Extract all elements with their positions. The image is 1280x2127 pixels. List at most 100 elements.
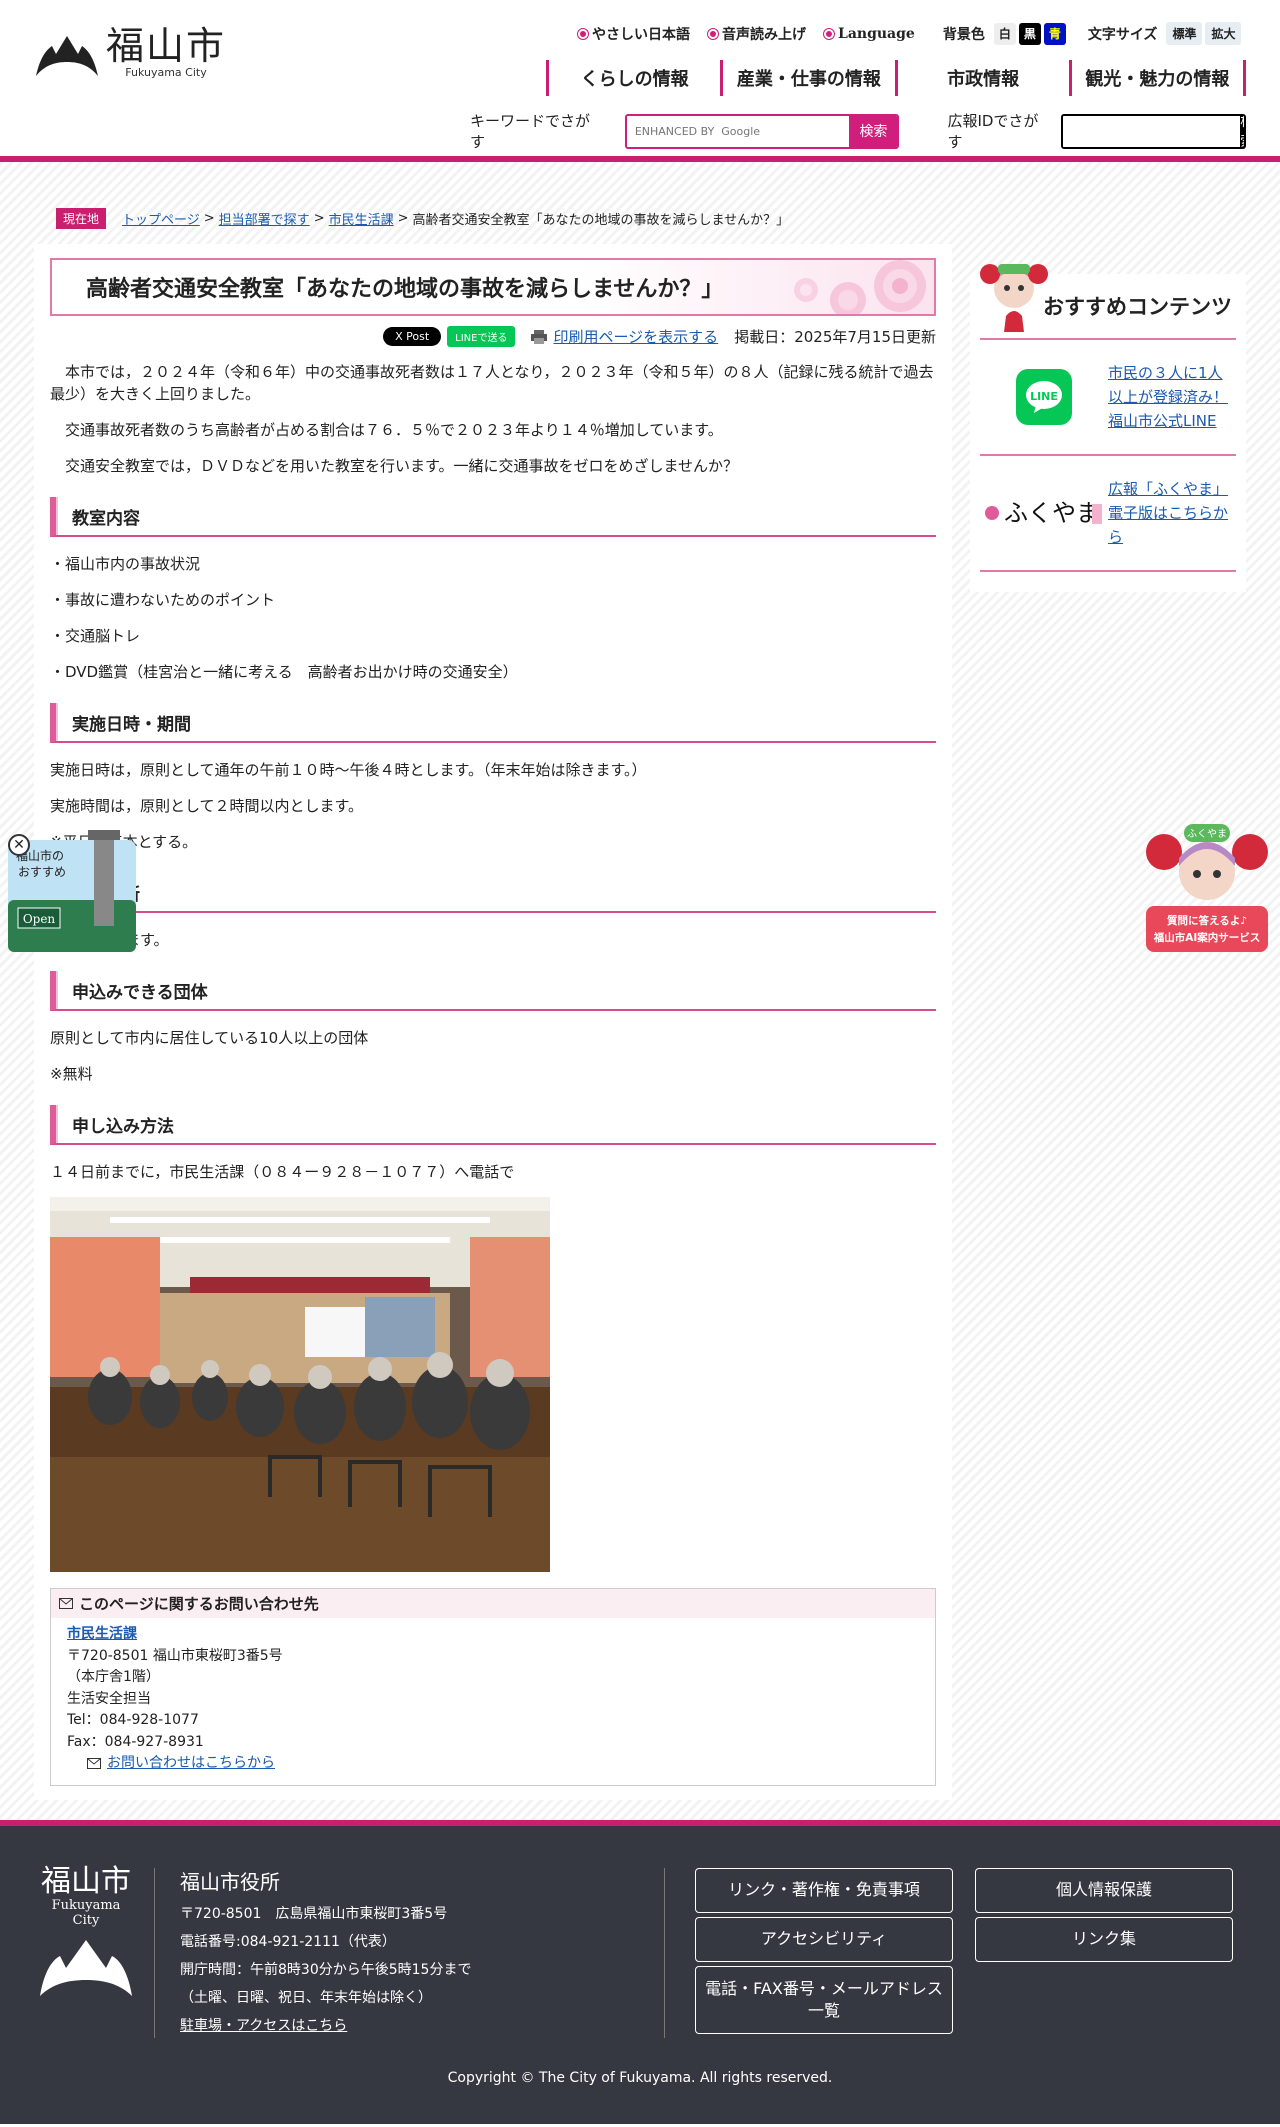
heading-place: 開催場所: [50, 873, 936, 913]
widget-label-2: おすすめ: [18, 865, 66, 879]
nav-tourism[interactable]: 観光・魅力の情報: [1068, 60, 1246, 96]
font-standard-button[interactable]: 標準: [1166, 22, 1203, 45]
widget-open-label: Open: [23, 912, 56, 926]
font-large-button[interactable]: 拡大: [1205, 22, 1242, 45]
fukuyama-logo: ふくやま: [985, 499, 1102, 527]
logo-jp: 福山市: [106, 24, 227, 68]
bg-blue-button[interactable]: 青: [1043, 22, 1066, 45]
footer-link-links[interactable]: リンク集: [975, 1916, 1233, 1962]
id-search-label: 広報IDでさがす: [947, 112, 1039, 151]
line-share-button[interactable]: LINEで送る: [447, 326, 516, 347]
bg-white-button[interactable]: 白: [993, 22, 1016, 45]
footer-links: リンク・著作権・免責事項 個人情報保護 アクセシビリティ リンク集 電話・FAX…: [695, 1867, 1233, 2034]
footer-logo: 福山市 Fukuyama City: [36, 1865, 136, 2002]
bullet-icon: [708, 28, 718, 39]
breadcrumb-current: 高齢者交通安全教室「あなたの地域の事故を減らしませんか？」: [412, 212, 790, 228]
keyword-label: キーワードでさがす: [470, 112, 591, 151]
line-link[interactable]: 市民の３人に1人以上が登録済み！福山市公式LINE: [1108, 361, 1236, 433]
inquiry-floor: （本庁舎1階）: [67, 1669, 160, 1685]
mail-icon: [59, 1598, 73, 1609]
breadcrumb: 現在地 トップページ > 担当部署で探す > 市民生活課 > 高齢者交通安全教室「あな…: [0, 162, 1280, 244]
heading-content: 教室内容: [50, 497, 936, 537]
sidebar: おすすめコンテンツ LINE 市民の３人に1人以上が登録済み！福山市公式LINE: [970, 264, 1246, 1800]
apply-text: １４日前までに，市民生活課（０８４ー９２８－１０７７）へ電話で: [50, 1163, 515, 1181]
heading-time: 実施日時・期間: [50, 703, 936, 743]
breadcrumb-civic-life[interactable]: 市民生活課: [329, 209, 394, 228]
svg-text:LINE: LINE: [1030, 390, 1058, 403]
footer-link-contacts[interactable]: 電話・FAX番号・メールアドレス一覧: [695, 1965, 953, 2034]
bullet-icon: [578, 28, 588, 39]
ai-guide-widget[interactable]: ふくやま 質問に答えるよ♪ 福山市AI案内サービス: [1144, 822, 1270, 952]
footer-link-copyright[interactable]: リンク・著作権・免責事項: [695, 1867, 953, 1913]
list-item: ・事故に遭わないためのポイント: [50, 591, 276, 609]
copyright: Copyright © The City of Fukuyama. All ri…: [447, 2069, 833, 2086]
inquiry-tel: Tel：084-928-1077: [67, 1712, 199, 1728]
list-item: ・交通脳トレ: [50, 627, 141, 645]
footer-divider: [154, 1867, 155, 2038]
heading-group: 申込みできる団体: [50, 971, 936, 1011]
inquiry-section: 生活安全担当: [67, 1690, 151, 1707]
publish-date: 掲載日：2025年7月15日更新: [734, 328, 936, 346]
fukuyama-logo-text: ふくやま: [1004, 499, 1100, 527]
nav-living[interactable]: くらしの情報: [546, 60, 720, 96]
site-header: 福山市 Fukuyama City やさしい日本語 音声読み上げ Languag…: [0, 0, 1280, 162]
keyword-input[interactable]: [626, 115, 850, 147]
meta-row: X Post LINEで送る 印刷用ページを表示する 掲載日：2025年7月15…: [50, 326, 936, 347]
rose-mark-icon: [36, 35, 98, 76]
ai-text-2: 福山市AI案内サービス: [1153, 931, 1261, 944]
time-item: ※平日を基本とする。: [50, 831, 936, 853]
breadcrumb-department[interactable]: 担当部署で探す: [219, 209, 310, 228]
footer-rose-mark-icon: [40, 1939, 132, 1996]
site-logo[interactable]: 福山市 Fukuyama City: [34, 26, 226, 79]
nav-industry[interactable]: 産業・仕事の情報: [720, 60, 894, 96]
bg-color-group: 背景色 白 黒 青: [943, 22, 1066, 45]
read-aloud-link[interactable]: 音声読み上げ: [708, 24, 806, 44]
recommended-heading: おすすめコンテンツ: [980, 264, 1236, 340]
footer-link-accessibility[interactable]: アクセシビリティ: [695, 1916, 953, 1962]
language-link[interactable]: Language: [824, 26, 915, 42]
intro-paragraph: 交通安全教室では，ＤＶＤなどを用いた教室を行います。一緒に交通事故をゼロをめざし…: [65, 457, 739, 475]
bg-black-button[interactable]: 黒: [1018, 22, 1041, 45]
intro-paragraph: 交通事故死者数のうち高齢者が占める割合は７６．５％で２０２３年より１４％増加して…: [65, 421, 723, 439]
inquiry-address: 〒720-8501 福山市東桜町3番5号: [67, 1647, 283, 1664]
time-item: 実施日時は，原則として通年の午前１０時～午後４時とします。（年末年始は除きます。…: [50, 761, 647, 779]
close-icon[interactable]: ✕: [8, 834, 30, 856]
x-post-button[interactable]: X Post: [383, 327, 442, 346]
id-search-button[interactable]: 検索: [1240, 115, 1245, 147]
recommended-item[interactable]: ふくやま 広報「ふくやま」電子版はこちらから: [980, 456, 1236, 572]
koho-link[interactable]: 広報「ふくやま」電子版はこちらから: [1108, 477, 1236, 549]
keyword-search-button[interactable]: 検索: [849, 115, 898, 147]
current-location-badge: 現在地: [56, 207, 107, 229]
id-input[interactable]: [1063, 115, 1241, 147]
nav-city-admin[interactable]: 市政情報: [894, 60, 1069, 96]
easy-japanese-link[interactable]: やさしい日本語: [578, 24, 690, 44]
breadcrumb-top[interactable]: トップページ: [122, 209, 200, 228]
main-area: 現在地 トップページ > 担当部署で探す > 市民生活課 > 高齢者交通安全教室「あな…: [0, 162, 1280, 1820]
printer-icon: [531, 329, 548, 344]
inquiry-dept-link[interactable]: 市民生活課: [67, 1626, 137, 1642]
print-link[interactable]: 印刷用ページを表示する: [531, 326, 718, 347]
classroom-photo: [50, 1197, 550, 1572]
access-link[interactable]: 駐車場・アクセスはこちら: [180, 2018, 347, 2034]
time-item: 実施時間は，原則として２時間以内とします。: [50, 797, 364, 815]
inquiry-box: このページに関するお問い合わせ先 市民生活課 〒720-8501 福山市東桜町3…: [50, 1588, 936, 1786]
recommended-box: おすすめコンテンツ LINE 市民の３人に1人以上が登録済み！福山市公式LINE: [970, 264, 1246, 592]
bullet-icon: [824, 28, 834, 39]
article: 高齢者交通安全教室「あなたの地域の事故を減らしませんか？」 X Post LIN…: [34, 244, 952, 1800]
page-title: 高齢者交通安全教室「あなたの地域の事故を減らしませんか？」: [50, 258, 936, 316]
mascot-icon: [980, 264, 1048, 332]
footer-link-privacy[interactable]: 個人情報保護: [975, 1867, 1233, 1913]
keyword-search: 検索: [624, 113, 900, 149]
footer-address: 福山市役所 〒720-8501 広島県福山市東桜町3番5号 電話番号:084-9…: [180, 1869, 472, 2034]
list-item: ・福山市内の事故状況: [50, 555, 201, 573]
inquiry-fax: Fax：084-927-8931: [67, 1733, 204, 1750]
utility-bar: やさしい日本語 音声読み上げ Language 背景色 白 黒 青 文字サイズ …: [578, 22, 1246, 45]
inquiry-form-link[interactable]: お問い合わせはこちらから: [107, 1753, 275, 1775]
ai-text-1: 質問に答えるよ♪: [1167, 914, 1247, 927]
line-icon: LINE: [1016, 369, 1072, 425]
mail-icon: [87, 1758, 101, 1770]
id-search: 検索: [1061, 113, 1246, 149]
intro-paragraph: 本市では，２０２４年（令和６年）中の交通事故死者数は１７人となり，２０２３年（令…: [50, 363, 934, 403]
footer-divider: [664, 1867, 665, 2038]
recommended-item[interactable]: LINE 市民の３人に1人以上が登録済み！福山市公式LINE: [980, 340, 1236, 456]
